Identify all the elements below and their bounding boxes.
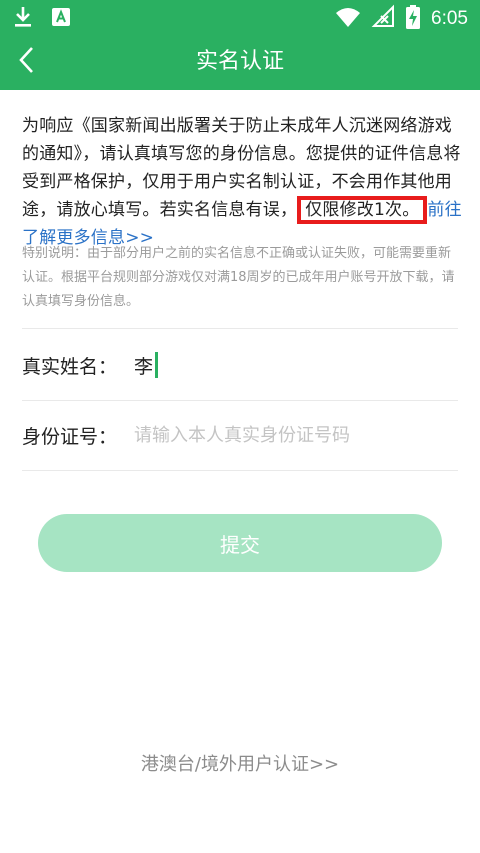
- app-badge-icon: [50, 4, 72, 34]
- submit-button[interactable]: 提交: [38, 514, 442, 572]
- notice-highlight: 仅限修改1次。: [297, 196, 428, 224]
- status-bar-right: 6:05: [335, 4, 468, 34]
- special-note: 特别说明：由于部分用户之前的实名信息不正确或认证失败，可能需要重新认证。根据平台…: [22, 246, 455, 309]
- main-content: 为响应《国家新闻出版署关于防止未成年人沉迷网络游戏的通知》，请认真填写您的身份信…: [0, 90, 480, 853]
- name-row: 真实姓名： 李: [22, 330, 458, 400]
- text-caret: [155, 352, 159, 378]
- id-row: 身份证号：: [22, 400, 458, 470]
- foreign-user-auth-link[interactable]: 港澳台/境外用户认证>>: [0, 750, 480, 776]
- battery-charging-icon: [405, 4, 421, 34]
- id-number-input[interactable]: [134, 424, 434, 446]
- page-title: 实名认证: [195, 49, 284, 74]
- status-bar: 6:05: [0, 0, 480, 34]
- id-label: 身份证号：: [22, 425, 118, 448]
- notice-text: 为响应《国家新闻出版署关于防止未成年人沉迷网络游戏的通知》，请认真填写您的身份信…: [22, 112, 462, 252]
- status-bar-left: [12, 4, 72, 34]
- signal-off-icon: [371, 4, 395, 34]
- name-value: 李: [134, 355, 154, 378]
- download-icon: [12, 4, 34, 34]
- divider: [22, 470, 458, 471]
- wifi-icon: [335, 4, 361, 34]
- divider: [22, 328, 458, 329]
- name-label: 真实姓名：: [22, 355, 118, 378]
- app-bar: 实名认证: [0, 34, 480, 90]
- status-time: 6:05: [431, 8, 468, 29]
- name-field[interactable]: 李: [134, 352, 159, 379]
